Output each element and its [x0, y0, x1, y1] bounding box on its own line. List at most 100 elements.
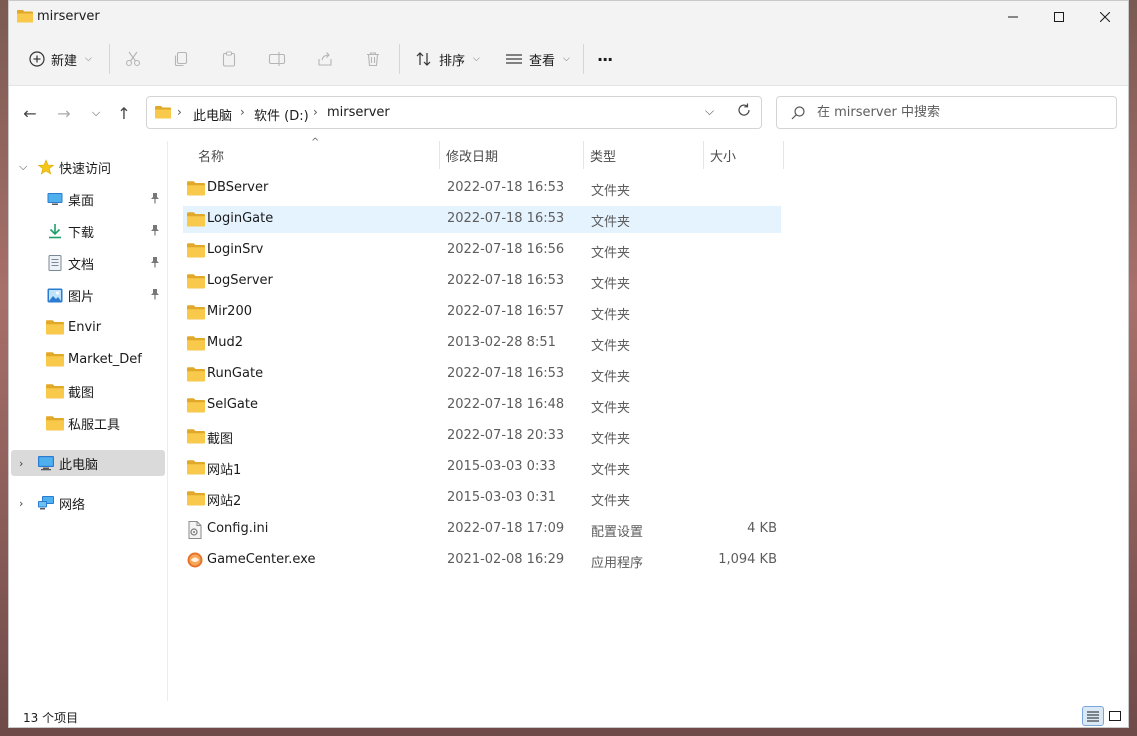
sidebar-label: 快速访问 [59, 161, 112, 177]
sidebar-quick-access[interactable]: ⌵ 快速访问 [9, 154, 165, 180]
file-date: 2021-02-08 16:29 [447, 552, 565, 567]
column-divider[interactable] [583, 141, 584, 169]
breadcrumb-this-pc[interactable]: 此电脑 [193, 105, 232, 124]
rename-button[interactable] [267, 49, 287, 69]
sidebar-item[interactable]: 下载 [9, 218, 165, 244]
status-item-count: 13 个项目 [23, 711, 79, 725]
address-bar[interactable]: › 此电脑 › 软件 (D:) › mirserver ⌵ [146, 96, 762, 129]
file-name: RunGate [207, 366, 264, 381]
delete-button[interactable] [363, 49, 383, 69]
breadcrumb-mirserver[interactable]: mirserver [327, 105, 390, 120]
desktop-icon [46, 191, 64, 207]
trash-icon [367, 52, 379, 67]
refresh-button[interactable] [737, 103, 751, 121]
sort-button[interactable]: 排序 ⌵ [415, 46, 480, 72]
pin-icon[interactable] [150, 256, 160, 271]
arrow-left-icon: ← [23, 103, 37, 123]
paste-button[interactable] [219, 49, 239, 69]
minimize-button[interactable] [990, 1, 1036, 32]
sidebar-item[interactable]: 截图 [9, 378, 165, 404]
file-row[interactable]: Config.ini 2022-07-18 17:09 配置设置 4 KB [183, 516, 781, 543]
folder-icon [187, 242, 205, 258]
pane-divider [167, 141, 168, 701]
new-button[interactable]: 新建 ⌵ [29, 46, 92, 72]
sidebar-this-pc[interactable]: › 此电脑 [11, 450, 165, 476]
breadcrumb-drive-d[interactable]: 软件 (D:) [254, 105, 309, 124]
file-row[interactable]: 网站1 2015-03-03 0:33 文件夹 [183, 454, 781, 481]
file-row[interactable]: SelGate 2022-07-18 16:48 文件夹 [183, 392, 781, 419]
arrow-right-icon: → [57, 103, 71, 123]
file-type: 文件夹 [591, 401, 631, 416]
column-divider[interactable] [783, 141, 784, 169]
cut-button[interactable] [123, 49, 143, 69]
file-row[interactable]: LoginSrv 2022-07-18 16:56 文件夹 [183, 237, 781, 264]
file-type: 文件夹 [591, 215, 631, 230]
sidebar-item-label: 文档 [68, 257, 95, 273]
chevron-right-icon: › [240, 105, 245, 119]
maximize-button[interactable] [1036, 1, 1082, 32]
file-name: 截图 [207, 432, 234, 447]
back-button[interactable]: ← [18, 101, 42, 125]
file-row[interactable]: Mir200 2022-07-18 16:57 文件夹 [183, 299, 781, 326]
forward-button[interactable]: → [52, 101, 76, 125]
large-icons-view-icon [1109, 711, 1121, 721]
file-row[interactable]: GameCenter.exe 2021-02-08 16:29 应用程序 1,094 … [183, 547, 781, 574]
file-row[interactable]: DBServer 2022-07-18 16:53 文件夹 [183, 175, 781, 202]
file-row[interactable]: 截图 2022-07-18 20:33 文件夹 [183, 423, 781, 450]
file-row[interactable]: Mud2 2013-02-28 8:51 文件夹 [183, 330, 781, 357]
search-input[interactable] [815, 104, 1109, 121]
folder-icon [46, 415, 64, 431]
file-row[interactable]: RunGate 2022-07-18 16:53 文件夹 [183, 361, 781, 388]
folder-icon [187, 180, 205, 196]
sidebar-item[interactable]: 文档 [9, 250, 165, 276]
column-header-date[interactable]: 修改日期 [446, 146, 498, 166]
sidebar-item-label: 私服工具 [68, 417, 121, 433]
up-button[interactable]: ↑ [112, 101, 136, 125]
view-button[interactable]: 查看 ⌵ [505, 46, 570, 72]
chevron-right-icon: › [313, 105, 318, 119]
file-row[interactable]: LoginGate 2022-07-18 16:53 文件夹 [183, 206, 781, 233]
details-view-button[interactable] [1082, 706, 1104, 726]
column-divider[interactable] [703, 141, 704, 169]
column-header-size[interactable]: 大小 [710, 146, 736, 166]
recent-locations-button[interactable]: ⌵ [84, 101, 108, 125]
file-name: Config.ini [207, 521, 269, 536]
pin-icon[interactable] [150, 224, 160, 239]
sidebar-network[interactable]: › 网络 [9, 490, 165, 516]
pin-icon[interactable] [150, 288, 160, 303]
file-type: 文件夹 [591, 463, 631, 478]
column-header-type[interactable]: 类型 [590, 146, 616, 166]
chevron-right-icon: › [19, 496, 24, 510]
sidebar-item[interactable]: 图片 [9, 282, 165, 308]
more-options-button[interactable]: ··· [597, 46, 613, 72]
file-size: 1,094 KB [718, 552, 777, 567]
file-row[interactable]: LogServer 2022-07-18 16:53 文件夹 [183, 268, 781, 295]
folder-icon [155, 105, 171, 123]
refresh-icon [738, 103, 750, 116]
sidebar-item[interactable]: 私服工具 [9, 410, 165, 436]
navigation-pane: ⌵ 快速访问 桌面下载文档图片 Envir Market_Def 截图私服工具 › 此… [9, 141, 167, 701]
sort-ascending-icon: ^ [311, 137, 320, 148]
folder-icon [46, 383, 64, 399]
close-button[interactable] [1082, 1, 1128, 32]
clipboard-icon [222, 51, 236, 67]
sidebar-item[interactable]: 桌面 [9, 186, 165, 212]
copy-button[interactable] [171, 49, 191, 69]
column-divider[interactable] [439, 141, 440, 169]
details-view-icon [1087, 711, 1099, 722]
column-header-name[interactable]: 名称 [198, 146, 224, 166]
file-row[interactable]: 网站2 2015-03-03 0:31 文件夹 [183, 485, 781, 512]
sidebar-item[interactable]: Market_Def [9, 346, 165, 372]
chevron-right-icon: › [19, 456, 24, 470]
sidebar-item-label: 桌面 [68, 193, 95, 209]
rename-icon [268, 52, 286, 66]
sidebar-item-label: 下载 [68, 225, 95, 241]
computer-icon [37, 455, 55, 471]
large-icons-view-button[interactable] [1104, 706, 1126, 726]
pin-icon[interactable] [150, 192, 160, 207]
share-icon [318, 52, 332, 66]
address-history-button[interactable]: ⌵ [705, 104, 714, 119]
sidebar-item[interactable]: Envir [9, 314, 165, 340]
share-button[interactable] [315, 49, 335, 69]
search-box[interactable] [776, 96, 1117, 129]
